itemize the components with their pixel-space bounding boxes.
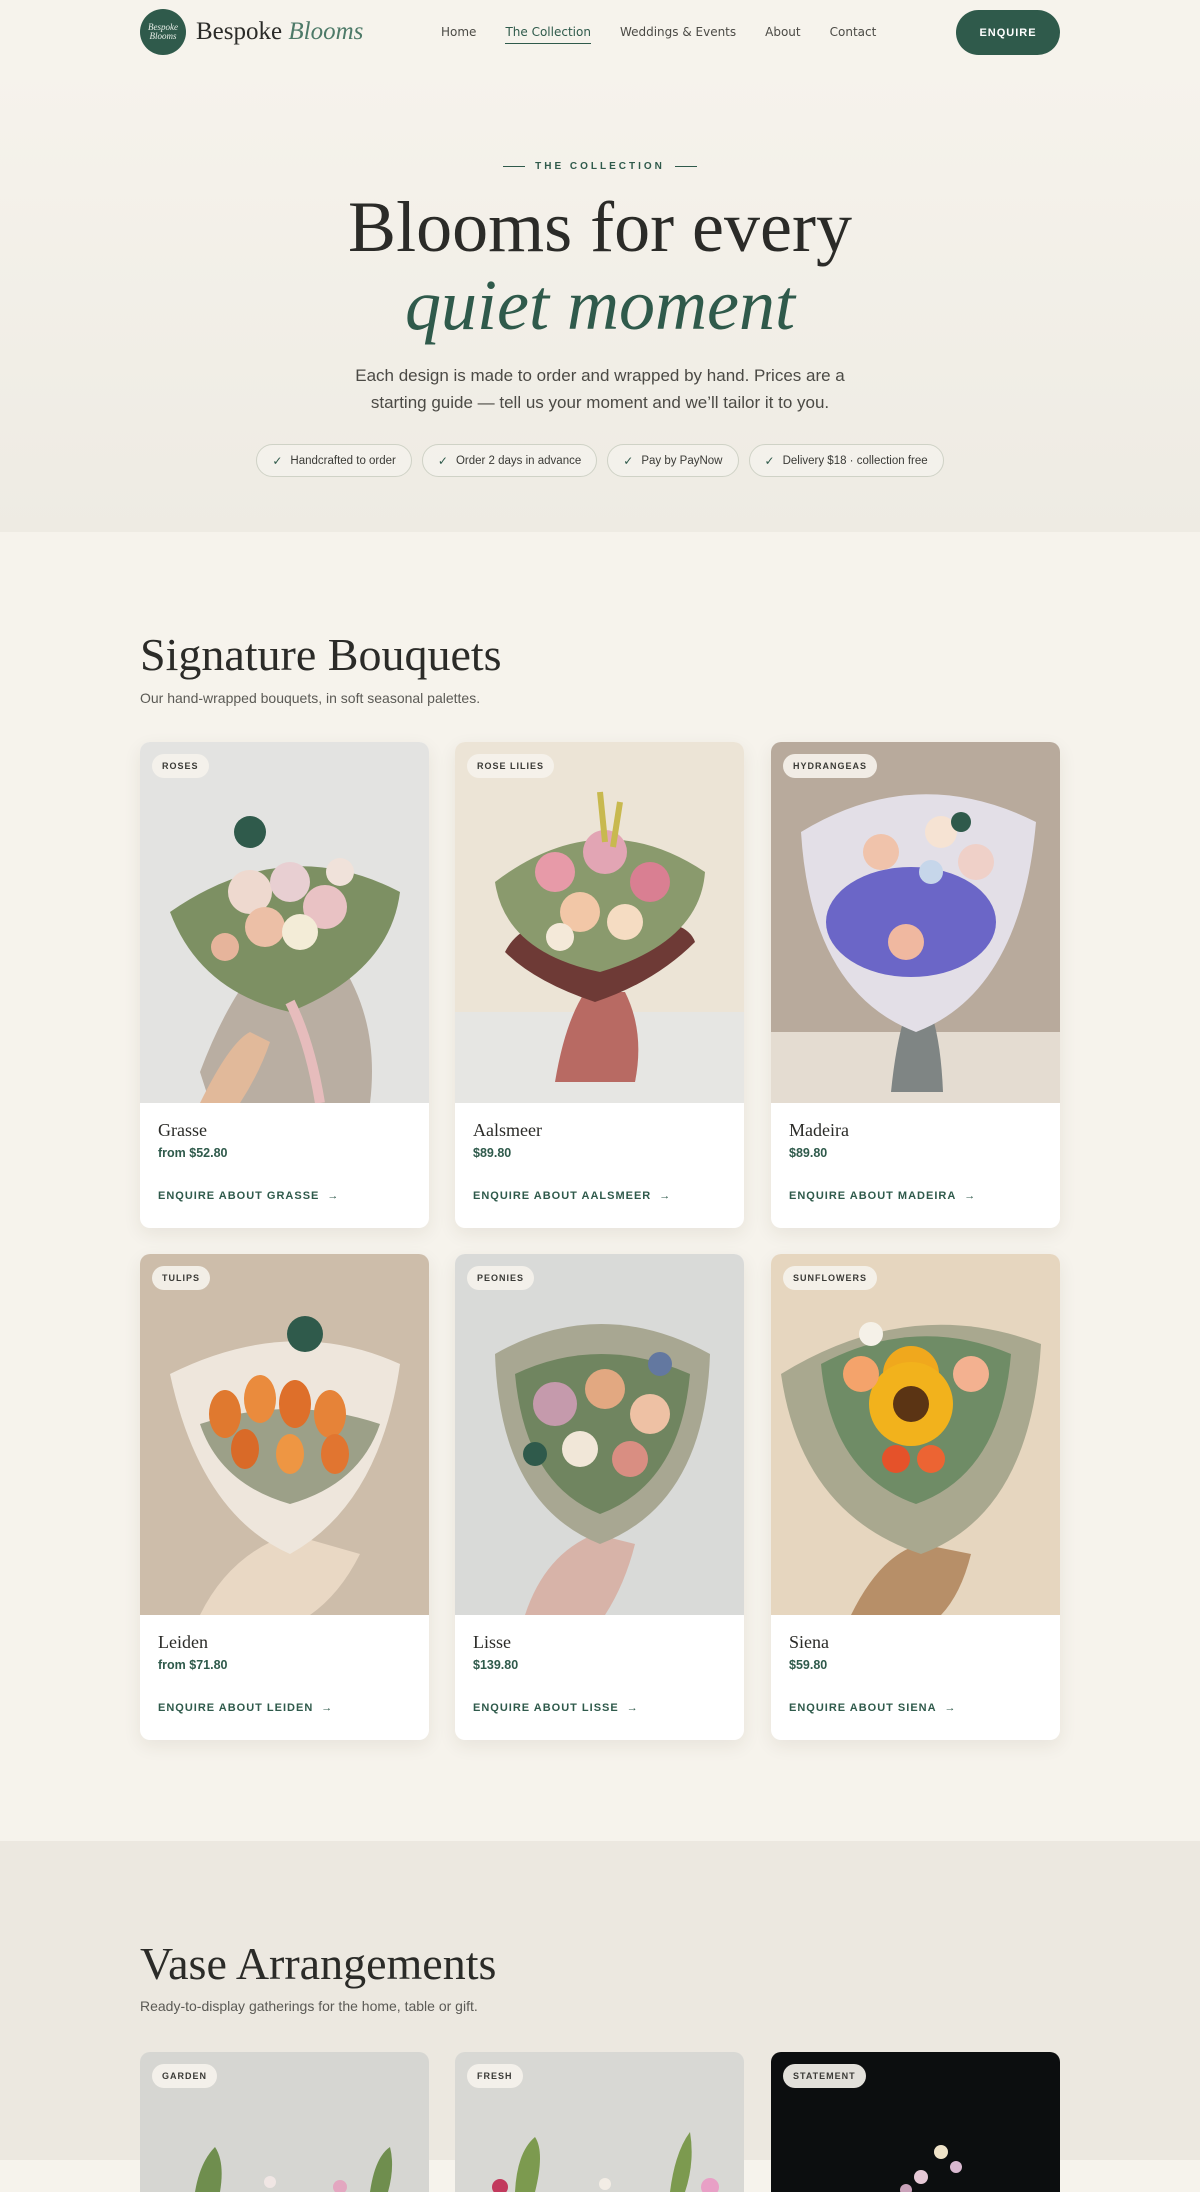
pill-label: Order 2 days in advance bbox=[455, 454, 582, 467]
category-tag: STATEMENT bbox=[783, 2064, 866, 2088]
bouquet-photo bbox=[771, 1254, 1060, 1615]
check-icon: ✓ bbox=[437, 453, 448, 468]
arrow-right-icon: → bbox=[659, 1190, 672, 1202]
hero-eyebrow: THE COLLECTION bbox=[0, 161, 1200, 172]
bouquet-photo bbox=[140, 1254, 429, 1615]
category-tag: TULIPS bbox=[152, 1266, 211, 1290]
product-card-grasse[interactable]: ROSES Grasse from $52.80 ENQUIRE ABOUT G… bbox=[140, 742, 429, 1228]
feature-pill: ✓ Pay by PayNow bbox=[607, 444, 739, 477]
enquire-link[interactable]: ENQUIRE ABOUT AALSMEER → bbox=[473, 1190, 671, 1202]
product-price: $59.80 bbox=[789, 1658, 828, 1672]
section-subtitle-vase: Ready-to-display gatherings for the home… bbox=[140, 1998, 478, 2014]
category-tag: HYDRANGEAS bbox=[783, 754, 878, 778]
enquire-link-label: ENQUIRE ABOUT SIENA bbox=[789, 1702, 937, 1714]
category-tag: ROSE LILIES bbox=[467, 754, 555, 778]
product-card-madeira[interactable]: HYDRANGEAS Madeira $89.80 ENQUIRE ABOUT … bbox=[771, 742, 1060, 1228]
brand-logo[interactable]: Bespoke Blooms Bespoke Blooms bbox=[140, 9, 363, 55]
enquire-link[interactable]: ENQUIRE ABOUT SIENA → bbox=[789, 1702, 957, 1714]
section-subtitle-signature: Our hand-wrapped bouquets, in soft seaso… bbox=[140, 690, 481, 706]
bouquet-photo bbox=[771, 742, 1060, 1103]
category-tag: PEONIES bbox=[467, 1266, 535, 1290]
enquire-link-label: ENQUIRE ABOUT LEIDEN bbox=[158, 1702, 314, 1714]
enquire-link-label: ENQUIRE ABOUT LISSE bbox=[473, 1702, 619, 1714]
brand-name: Bespoke Blooms bbox=[196, 18, 363, 46]
logo-mark-line2: Blooms bbox=[149, 31, 177, 41]
product-card-leiden[interactable]: TULIPS Leiden from $71.80 ENQUIRE ABOUT … bbox=[140, 1254, 429, 1740]
nav-the-collection[interactable]: The Collection bbox=[505, 25, 591, 44]
product-name: Aalsmeer bbox=[473, 1120, 542, 1140]
vase-card-statement[interactable]: STATEMENT bbox=[771, 2052, 1060, 2192]
bouquet-photo bbox=[455, 742, 744, 1103]
pill-label: Delivery $18 · collection free bbox=[782, 454, 928, 467]
product-name: Siena bbox=[789, 1632, 829, 1652]
nav-about[interactable]: About bbox=[765, 25, 800, 44]
enquire-link[interactable]: ENQUIRE ABOUT GRASSE → bbox=[158, 1190, 339, 1202]
check-icon: ✓ bbox=[623, 453, 634, 468]
arrow-right-icon: → bbox=[327, 1190, 340, 1202]
product-card-lisse[interactable]: PEONIES Lisse $139.80 ENQUIRE ABOUT LISS… bbox=[455, 1254, 744, 1740]
enquire-link[interactable]: ENQUIRE ABOUT LEIDEN → bbox=[158, 1702, 333, 1714]
enquire-link[interactable]: ENQUIRE ABOUT LISSE → bbox=[473, 1702, 639, 1714]
feature-pill: ✓ Handcrafted to order bbox=[256, 444, 412, 477]
pill-label: Pay by PayNow bbox=[641, 454, 723, 467]
product-price: $139.80 bbox=[473, 1658, 519, 1672]
product-card-siena[interactable]: SUNFLOWERS Siena $59.80 ENQUIRE ABOUT SI… bbox=[771, 1254, 1060, 1740]
feature-pill: ✓ Order 2 days in advance bbox=[421, 444, 598, 477]
product-name: Lisse bbox=[473, 1632, 511, 1652]
category-tag: GARDEN bbox=[152, 2064, 218, 2088]
nav-weddings-events[interactable]: Weddings & Events bbox=[620, 25, 736, 44]
hero-title-line1: Blooms for every bbox=[348, 187, 852, 267]
brand-name-accent: Blooms bbox=[288, 18, 364, 45]
top-nav: Bespoke Blooms Bespoke Blooms Home The C… bbox=[0, 0, 1200, 66]
pill-label: Handcrafted to order bbox=[290, 454, 396, 467]
main-menu: Home The Collection Weddings & Events Ab… bbox=[441, 25, 876, 44]
vase-card-fresh[interactable]: FRESH bbox=[455, 2052, 744, 2192]
logo-mark: Bespoke Blooms bbox=[140, 9, 186, 55]
arrow-right-icon: → bbox=[944, 1702, 957, 1714]
enquire-link-label: ENQUIRE ABOUT GRASSE bbox=[158, 1190, 320, 1202]
product-price: $89.80 bbox=[473, 1146, 512, 1160]
vase-card-garden[interactable]: GARDEN bbox=[140, 2052, 429, 2192]
section-title-signature: Signature Bouquets bbox=[140, 629, 502, 680]
enquire-link[interactable]: ENQUIRE ABOUT MADEIRA → bbox=[789, 1190, 976, 1202]
check-icon: ✓ bbox=[272, 453, 283, 468]
product-name: Grasse bbox=[158, 1120, 207, 1140]
product-price: from $71.80 bbox=[158, 1658, 228, 1672]
section-title-vase: Vase Arrangements bbox=[140, 1938, 497, 1989]
feature-pill: ✓ Delivery $18 · collection free bbox=[748, 444, 944, 477]
arrow-right-icon: → bbox=[626, 1702, 639, 1714]
product-price: $89.80 bbox=[789, 1146, 828, 1160]
hero-feature-pills: ✓ Handcrafted to order ✓ Order 2 days in a… bbox=[0, 444, 1200, 477]
product-name: Leiden bbox=[158, 1632, 208, 1652]
bouquet-photo bbox=[140, 742, 429, 1103]
product-name: Madeira bbox=[789, 1120, 849, 1140]
category-tag: SUNFLOWERS bbox=[783, 1266, 877, 1290]
product-price: from $52.80 bbox=[158, 1146, 228, 1160]
bouquet-photo bbox=[455, 1254, 744, 1615]
arrow-right-icon: → bbox=[964, 1190, 977, 1202]
nav-contact[interactable]: Contact bbox=[830, 25, 877, 44]
category-tag: ROSES bbox=[152, 754, 209, 778]
arrow-right-icon: → bbox=[321, 1702, 334, 1714]
nav-home[interactable]: Home bbox=[441, 25, 476, 44]
enquire-button[interactable]: ENQUIRE bbox=[956, 10, 1060, 55]
hero-description: Each design is made to order and wrapped… bbox=[355, 366, 845, 412]
brand-name-main: Bespoke bbox=[196, 18, 283, 45]
category-tag: FRESH bbox=[467, 2064, 523, 2088]
hero-title-line2: quiet moment bbox=[405, 265, 795, 345]
product-card-aalsmeer[interactable]: ROSE LILIES Aalsmeer $89.80 ENQUIRE ABOU… bbox=[455, 742, 744, 1228]
enquire-link-label: ENQUIRE ABOUT MADEIRA bbox=[789, 1190, 957, 1202]
enquire-link-label: ENQUIRE ABOUT AALSMEER bbox=[473, 1190, 652, 1202]
check-icon: ✓ bbox=[764, 453, 775, 468]
hero-section: THE COLLECTION Blooms for every quiet mo… bbox=[0, 66, 1200, 532]
